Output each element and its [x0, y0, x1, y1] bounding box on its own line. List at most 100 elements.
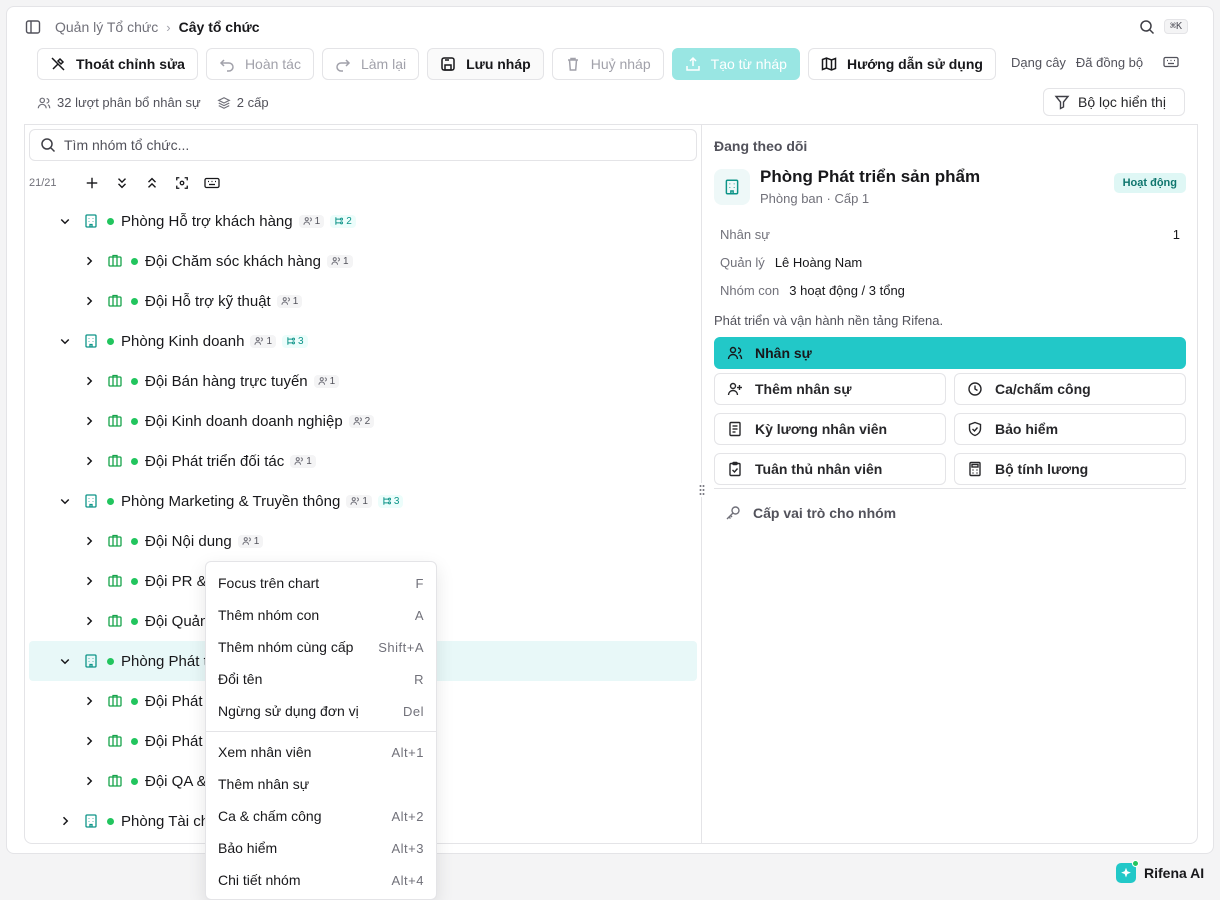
context-menu-item[interactable]: Thêm nhóm con A: [206, 599, 436, 631]
chevron-right-icon[interactable]: [77, 289, 101, 313]
redo-button[interactable]: Làm lại: [321, 48, 420, 80]
salary-calc-button[interactable]: Bộ tính lương: [954, 453, 1186, 485]
create-from-draft-label: Tạo từ nháp: [710, 56, 787, 72]
context-menu-item[interactable]: Ca & chấm công Alt+2: [206, 800, 436, 832]
ai-assistant-button[interactable]: Rifena AI: [1116, 860, 1204, 883]
tree-row[interactable]: Đội Nội dung 1: [29, 521, 697, 561]
chevron-right-icon[interactable]: [77, 529, 101, 553]
cancel-draft-button[interactable]: Huỷ nháp: [551, 48, 664, 80]
chevron-right-icon[interactable]: [77, 729, 101, 753]
tree-row[interactable]: Đội Bán hàng trực tuyến 1: [29, 361, 697, 401]
payroll-button[interactable]: Kỳ lương nhân viên: [714, 413, 946, 445]
shifts-button[interactable]: Ca/chấm công: [954, 373, 1186, 405]
user-plus-icon: [727, 381, 743, 397]
chevron-down-icon[interactable]: [53, 329, 77, 353]
context-menu-item[interactable]: Ngừng sử dụng đơn vị Del: [206, 695, 436, 727]
chevron-right-icon[interactable]: [77, 609, 101, 633]
menu-item-label: Bảo hiểm: [218, 840, 278, 856]
context-menu-item[interactable]: Focus trên chart F: [206, 567, 436, 599]
compliance-button[interactable]: Tuân thủ nhân viên: [714, 453, 946, 485]
chevron-right-icon[interactable]: [77, 249, 101, 273]
menu-item-label: Đổi tên: [218, 671, 263, 687]
tree-row-name: Phòng Hỗ trợ khách hàng: [121, 212, 293, 230]
team-icon: [105, 773, 125, 789]
tree-row[interactable]: Đội Kinh doanh doanh nghiệp 2: [29, 401, 697, 441]
context-menu-item[interactable]: Đổi tên R: [206, 663, 436, 695]
chevron-right-icon[interactable]: [77, 569, 101, 593]
member-count-badge: 1: [290, 454, 316, 468]
display-filter-button[interactable]: Bộ lọc hiển thị: [1043, 88, 1185, 116]
team-icon: [105, 413, 125, 429]
context-menu-item[interactable]: Chi tiết nhóm Alt+4: [206, 864, 436, 896]
active-status-dot: [131, 377, 138, 385]
upload-icon: [685, 56, 701, 72]
detail-pane: Đang theo dõi Phòng Phát triển sản phẩm …: [703, 125, 1197, 843]
group-search-input[interactable]: [64, 137, 664, 153]
chevron-down-icon[interactable]: [53, 489, 77, 513]
context-menu-item[interactable]: Xem nhân viên Alt+1: [206, 736, 436, 768]
tree-row[interactable]: Đội Chăm sóc khách hàng 1: [29, 241, 697, 281]
member-count: 1: [342, 255, 349, 267]
tree-row-name: Đội Phát triển đối tác: [145, 452, 285, 470]
chevron-right-icon[interactable]: [77, 449, 101, 473]
undo-button[interactable]: Hoàn tác: [205, 48, 314, 80]
chevron-right-icon[interactable]: [77, 409, 101, 433]
create-from-draft-button[interactable]: Tạo từ nháp: [671, 48, 800, 80]
chevron-down-icon[interactable]: [53, 649, 77, 673]
save-icon: [440, 56, 456, 72]
expand-all-icon[interactable]: [107, 172, 137, 194]
tree-row[interactable]: Đội Hỗ trợ kỹ thuật 1: [29, 281, 697, 321]
chevron-right-icon[interactable]: [53, 809, 77, 833]
key-icon: [725, 505, 741, 521]
guide-button[interactable]: Hướng dẫn sử dụng: [807, 48, 996, 80]
assign-role-button[interactable]: Cấp vai trò cho nhóm: [725, 505, 896, 521]
detail-divider: [714, 488, 1186, 489]
app-window: Quản lý Tổ chức › Cây tổ chức ⌘K Thoát c…: [6, 6, 1214, 854]
context-menu-item[interactable]: Bảo hiểm Alt+3: [206, 832, 436, 864]
detail-header: Phòng Phát triển sản phẩm Phòng ban · Cấ…: [714, 167, 1186, 211]
team-icon: [105, 573, 125, 589]
status-badge: Hoạt động: [1113, 173, 1186, 193]
menu-item-shortcut: Shift+A: [378, 639, 424, 655]
assignments-stat: 32 lượt phân bổ nhân sự: [37, 95, 201, 110]
team-icon: [105, 453, 125, 469]
insurance-button[interactable]: Bảo hiểm: [954, 413, 1186, 445]
member-count: 1: [306, 455, 312, 467]
group-search[interactable]: [29, 129, 697, 161]
save-draft-button[interactable]: Lưu nháp: [427, 48, 544, 80]
chevron-right-icon[interactable]: [77, 769, 101, 793]
tools-off-icon: [50, 56, 66, 72]
chevron-right-icon[interactable]: [77, 369, 101, 393]
sidebar-toggle-icon[interactable]: [25, 19, 41, 35]
tree-row[interactable]: Đội Phát triển đối tác 1: [29, 441, 697, 481]
add-icon[interactable]: [77, 172, 107, 194]
tree-row[interactable]: Phòng Kinh doanh 1 3: [29, 321, 697, 361]
context-menu-item[interactable]: Thêm nhân sự: [206, 768, 436, 800]
active-status-dot: [107, 497, 114, 505]
keyboard-icon[interactable]: [197, 172, 227, 194]
exit-edit-button[interactable]: Thoát chỉnh sửa: [37, 48, 198, 80]
display-filter-label: Bộ lọc hiển thị: [1078, 94, 1166, 110]
view-mode-label[interactable]: Dạng cây: [1011, 55, 1066, 70]
member-count: 1: [253, 535, 260, 547]
keyboard-icon[interactable]: [1163, 54, 1179, 70]
active-status-dot: [131, 257, 138, 265]
staff-action-button[interactable]: Nhân sự: [714, 337, 1186, 369]
staff-value: 1: [1172, 227, 1180, 242]
menu-item-shortcut: F: [415, 575, 424, 591]
chevron-right-icon[interactable]: [77, 689, 101, 713]
context-menu-item[interactable]: Thêm nhóm cùng cấp Shift+A: [206, 631, 436, 663]
detail-description: Phát triển và vận hành nền tảng Rifena.: [714, 313, 944, 328]
tree-row[interactable]: Phòng Hỗ trợ khách hàng 1 2: [29, 201, 697, 241]
tree-row[interactable]: Phòng Marketing & Truyền thông 1 3: [29, 481, 697, 521]
chevron-down-icon[interactable]: [53, 209, 77, 233]
collapse-all-icon[interactable]: [137, 172, 167, 194]
detail-subtitle: Phòng ban · Cấp 1: [760, 191, 870, 206]
breadcrumb-parent[interactable]: Quản lý Tổ chức: [55, 19, 158, 35]
menu-item-label: Chi tiết nhóm: [218, 872, 301, 888]
subgroup-count-badge: 3: [282, 334, 308, 348]
save-draft-label: Lưu nháp: [466, 56, 531, 72]
search-icon[interactable]: [1139, 19, 1155, 35]
focus-icon[interactable]: [167, 172, 197, 194]
add-staff-button[interactable]: Thêm nhân sự: [714, 373, 946, 405]
